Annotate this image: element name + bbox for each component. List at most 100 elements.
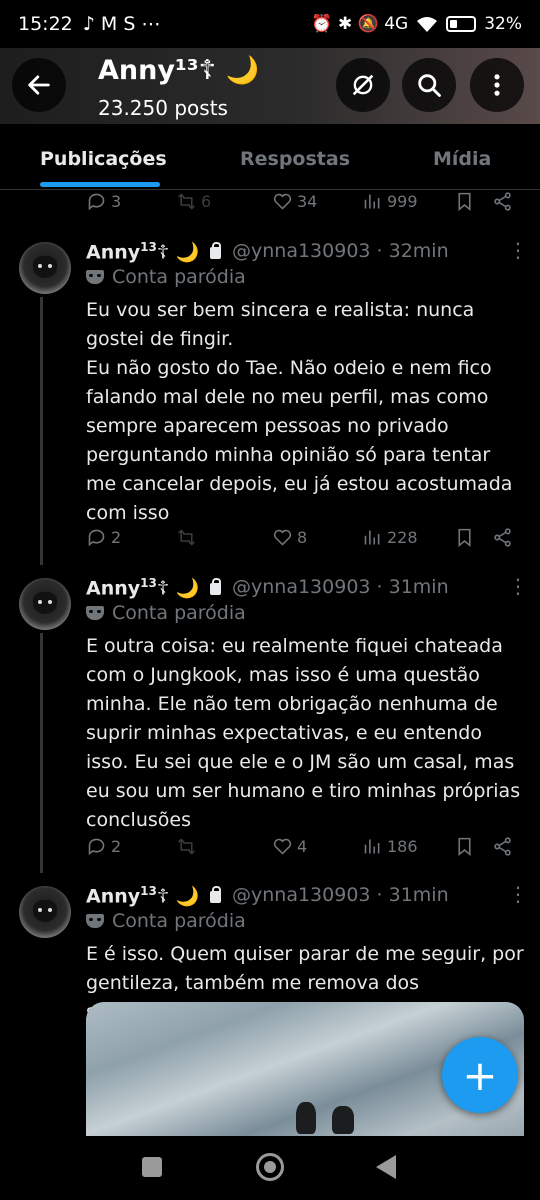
posts-count: 23.250 posts xyxy=(98,96,228,120)
more-button[interactable] xyxy=(470,58,524,112)
wifi-icon xyxy=(417,17,438,32)
arrow-left-icon xyxy=(28,75,50,95)
search-icon xyxy=(418,74,441,97)
parody-label: Conta paródia xyxy=(86,910,246,932)
parody-label: Conta paródia xyxy=(86,602,246,624)
status-time: 15:22 xyxy=(18,13,73,35)
bookmark-icon xyxy=(458,528,471,547)
views-button[interactable]: 999 xyxy=(362,191,418,212)
views-button[interactable]: 186 xyxy=(362,836,418,857)
views-icon xyxy=(364,839,380,853)
repost-button[interactable] xyxy=(176,527,197,548)
avatar[interactable] xyxy=(19,578,71,630)
bookmark-button[interactable] xyxy=(454,527,475,548)
post-handle: @ynna130903 · 31min xyxy=(232,576,449,598)
post-more-icon[interactable]: ⋮ xyxy=(508,574,528,598)
share-icon xyxy=(494,191,511,211)
lock-icon xyxy=(210,242,222,260)
share-button[interactable] xyxy=(492,836,513,857)
reply-icon xyxy=(88,193,105,210)
reply-count: 3 xyxy=(111,191,122,211)
bookmark-icon xyxy=(458,192,471,211)
thread-connector xyxy=(40,633,43,873)
more-vertical-icon xyxy=(494,74,500,96)
views-icon xyxy=(364,530,380,544)
post-handle: @ynna130903 · 31min xyxy=(232,884,449,906)
back-nav-button[interactable] xyxy=(376,1155,396,1179)
system-icons: ⏰ ✱ 🔕 4G xyxy=(311,14,409,34)
reply-icon xyxy=(88,529,105,546)
reply-count: 2 xyxy=(111,527,122,547)
lock-icon xyxy=(210,886,222,904)
views-count: 186 xyxy=(387,836,418,856)
reply-button[interactable]: 3 xyxy=(86,191,121,212)
post-text: E outra coisa: eu realmente fiquei chate… xyxy=(86,635,521,831)
profile-tabs: Publicações Respostas Mídia xyxy=(0,124,540,190)
like-button[interactable]: 4 xyxy=(272,836,307,857)
views-count: 228 xyxy=(387,527,418,547)
notification-icons: ♪ M S ⋯ xyxy=(82,13,161,35)
post-more-icon[interactable]: ⋮ xyxy=(508,238,528,262)
grok-icon xyxy=(352,74,374,96)
repost-icon xyxy=(178,837,195,855)
reply-count: 2 xyxy=(111,836,122,856)
avatar[interactable] xyxy=(19,886,71,938)
views-icon xyxy=(364,194,380,208)
avatar[interactable] xyxy=(19,242,71,294)
home-button[interactable] xyxy=(256,1153,284,1181)
post-actions: 2 4 186 xyxy=(86,834,516,858)
like-count: 34 xyxy=(297,191,318,211)
repost-button[interactable] xyxy=(176,836,197,857)
parody-mask-icon xyxy=(86,270,104,284)
reply-icon xyxy=(88,838,105,855)
previous-post-actions: 3 6 34 999 xyxy=(86,189,516,213)
post-author-name[interactable]: Anny13☦ 🌙 xyxy=(86,884,222,907)
tab-publicacoes[interactable]: Publicações xyxy=(40,148,167,170)
share-button[interactable] xyxy=(492,527,513,548)
post-text: Eu vou ser bem sincera e realista: nunca… xyxy=(86,299,513,524)
post-actions: 2 8 228 xyxy=(86,525,516,549)
bookmark-icon xyxy=(458,837,471,856)
post-author-name[interactable]: Anny13☦ 🌙 xyxy=(86,240,222,263)
repost-count: 6 xyxy=(201,191,212,211)
parody-mask-icon xyxy=(86,914,104,928)
like-count: 4 xyxy=(297,836,308,856)
repost-button[interactable]: 6 xyxy=(176,191,211,212)
tab-midia[interactable]: Mídia xyxy=(433,148,491,170)
status-bar: 15:22 ♪ M S ⋯ ⏰ ✱ 🔕 4G 32% xyxy=(0,0,540,48)
reply-button[interactable]: 2 xyxy=(86,836,121,857)
views-count: 999 xyxy=(387,191,418,211)
search-button[interactable] xyxy=(402,58,456,112)
post-handle: @ynna130903 · 32min xyxy=(232,240,449,262)
post-more-icon[interactable]: ⋮ xyxy=(508,882,528,906)
repost-icon xyxy=(178,192,195,210)
profile-header: Anny¹³☦ 🌙 23.250 posts xyxy=(0,48,540,124)
reply-button[interactable]: 2 xyxy=(86,527,121,548)
like-count: 8 xyxy=(297,527,308,547)
like-button[interactable]: 34 xyxy=(272,191,317,212)
tab-respostas[interactable]: Respostas xyxy=(240,148,350,170)
battery-level: 32% xyxy=(484,14,522,34)
system-nav-bar xyxy=(0,1136,540,1200)
bookmark-button[interactable] xyxy=(454,191,475,212)
views-button[interactable]: 228 xyxy=(362,527,418,548)
recents-button[interactable] xyxy=(142,1157,162,1177)
share-button[interactable] xyxy=(492,191,513,212)
heart-icon xyxy=(273,193,292,210)
grok-button[interactable] xyxy=(336,58,390,112)
repost-icon xyxy=(178,528,195,546)
parody-mask-icon xyxy=(86,606,104,620)
parody-label: Conta paródia xyxy=(86,266,246,288)
heart-icon xyxy=(273,838,292,855)
like-button[interactable]: 8 xyxy=(272,527,307,548)
share-icon xyxy=(494,836,511,856)
share-icon xyxy=(494,527,511,547)
bookmark-button[interactable] xyxy=(454,836,475,857)
thread-connector xyxy=(40,297,43,565)
profile-title: Anny¹³☦ 🌙 xyxy=(98,55,260,86)
compose-button[interactable]: + xyxy=(442,1037,518,1113)
back-button[interactable] xyxy=(12,58,66,112)
post-author-name[interactable]: Anny13☦ 🌙 xyxy=(86,576,222,599)
active-tab-indicator xyxy=(40,182,160,187)
lock-icon xyxy=(210,578,222,596)
